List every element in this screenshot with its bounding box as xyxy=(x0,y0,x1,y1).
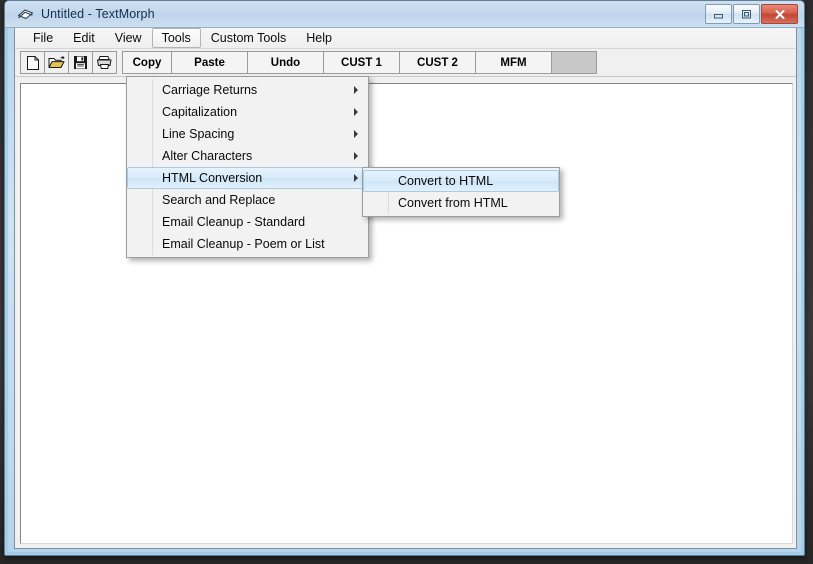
new-document-icon[interactable] xyxy=(20,51,45,74)
minimize-button[interactable] xyxy=(705,4,732,24)
toolbar-copy-button[interactable]: Copy xyxy=(122,51,172,74)
title-bar-left: Untitled - TextMorph xyxy=(17,5,155,23)
window-title: Untitled - TextMorph xyxy=(41,7,155,21)
save-floppy-icon[interactable] xyxy=(68,51,93,74)
open-folder-icon[interactable] xyxy=(44,51,69,74)
menu-file[interactable]: File xyxy=(23,28,63,48)
menu-item-email-cleanup-poem-or-list[interactable]: Email Cleanup - Poem or List xyxy=(127,233,368,255)
menu-item-line-spacing[interactable]: Line Spacing xyxy=(127,123,368,145)
print-icon[interactable] xyxy=(92,51,117,74)
menu-item-capitalization[interactable]: Capitalization xyxy=(127,101,368,123)
menu-item-label: Email Cleanup - Standard xyxy=(162,215,306,229)
toolbar-undo-button[interactable]: Undo xyxy=(247,51,324,74)
menu-item-html-conversion[interactable]: HTML Conversion xyxy=(127,167,368,189)
menu-item-label: Search and Replace xyxy=(162,193,276,207)
html-conversion-submenu: Convert to HTML Convert from HTML xyxy=(362,167,560,217)
menu-item-email-cleanup-standard[interactable]: Email Cleanup - Standard xyxy=(127,211,368,233)
menu-tools[interactable]: Tools xyxy=(151,28,201,48)
menu-view[interactable]: View xyxy=(105,28,152,48)
toolbar-cust1-button[interactable]: CUST 1 xyxy=(323,51,400,74)
menu-item-convert-to-html[interactable]: Convert to HTML xyxy=(363,170,559,192)
menu-item-label: Convert to HTML xyxy=(398,174,494,188)
menu-item-label: Alter Characters xyxy=(162,149,253,163)
menu-item-label: HTML Conversion xyxy=(162,171,263,185)
window-controls xyxy=(705,4,798,24)
menu-bar: File Edit View Tools Custom Tools Help xyxy=(15,28,796,49)
toolbar-cust2-button[interactable]: CUST 2 xyxy=(399,51,476,74)
chevron-right-icon xyxy=(354,130,358,138)
menu-help[interactable]: Help xyxy=(296,28,342,48)
tools-dropdown-menu: Carriage Returns Capitalization Line Spa… xyxy=(126,76,369,258)
chevron-right-icon xyxy=(354,174,358,182)
menu-item-label: Capitalization xyxy=(162,105,238,119)
menu-edit[interactable]: Edit xyxy=(63,28,105,48)
title-bar[interactable]: Untitled - TextMorph xyxy=(5,1,804,28)
toolbar-mfm-button[interactable]: MFM xyxy=(475,51,552,74)
toolbar-paste-button[interactable]: Paste xyxy=(171,51,248,74)
close-button[interactable] xyxy=(761,4,798,24)
menu-item-label: Email Cleanup - Poem or List xyxy=(162,237,325,251)
desktop-background: Untitled - TextMorph File Edit View Tool… xyxy=(0,0,813,564)
chevron-right-icon xyxy=(354,86,358,94)
menu-item-label: Convert from HTML xyxy=(398,196,508,210)
application-window: Untitled - TextMorph File Edit View Tool… xyxy=(4,0,805,556)
menu-item-convert-from-html[interactable]: Convert from HTML xyxy=(363,192,559,214)
menu-item-alter-characters[interactable]: Alter Characters xyxy=(127,145,368,167)
menu-custom-tools[interactable]: Custom Tools xyxy=(201,28,297,48)
menu-item-label: Carriage Returns xyxy=(162,83,258,97)
menu-item-search-and-replace[interactable]: Search and Replace xyxy=(127,189,368,211)
maximize-button[interactable] xyxy=(733,4,760,24)
menu-item-label: Line Spacing xyxy=(162,127,235,141)
chevron-right-icon xyxy=(354,108,358,116)
chevron-right-icon xyxy=(354,152,358,160)
textmorph-logo-icon xyxy=(17,7,34,21)
toolbar-empty-slot xyxy=(551,51,597,74)
client-area: File Edit View Tools Custom Tools Help C… xyxy=(14,28,797,549)
toolbar: Copy Paste Undo CUST 1 CUST 2 MFM xyxy=(15,49,796,77)
menu-item-carriage-returns[interactable]: Carriage Returns xyxy=(127,79,368,101)
